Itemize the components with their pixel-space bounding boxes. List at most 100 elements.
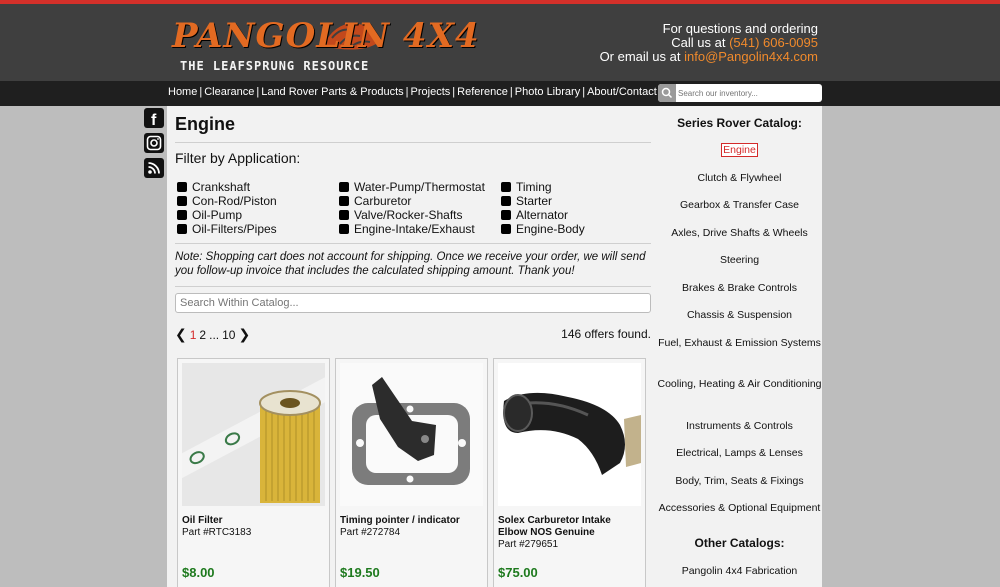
checkbox[interactable] xyxy=(177,196,187,206)
checkbox[interactable] xyxy=(177,224,187,234)
site-header: PANGOLIN 4X4 THE LEAFSPRUNG RESOURCE For… xyxy=(0,4,1000,81)
chevron-right-icon[interactable]: ❯ xyxy=(238,326,250,343)
svg-text:f: f xyxy=(151,112,157,128)
main-nav: Home | Clearance | Land Rover Parts & Produc… xyxy=(0,81,1000,106)
filter-engine-body[interactable]: Engine-Body xyxy=(501,222,585,236)
filter-column: Crankshaft Con-Rod/Piston Oil-Pump Oil-F… xyxy=(177,180,277,236)
checkbox[interactable] xyxy=(339,196,349,206)
product-name[interactable]: Oil Filter Part #RTC3183 xyxy=(182,515,327,539)
email-link[interactable]: info@Pangolin4x4.com xyxy=(684,49,818,64)
filter-column: Water-Pump/Thermostat Carburetor Valve/R… xyxy=(339,180,485,236)
call-label: Call us at xyxy=(671,35,726,50)
filter-valve-rocker-shafts[interactable]: Valve/Rocker-Shafts xyxy=(339,208,485,222)
logo-tagline: THE LEAFSPRUNG RESOURCE xyxy=(180,59,370,73)
product-image[interactable] xyxy=(182,363,325,506)
product-image[interactable] xyxy=(340,363,483,506)
product-name[interactable]: Timing pointer / indicator Part #272784 xyxy=(340,515,485,539)
rss-icon[interactable] xyxy=(144,158,164,178)
catalog-item-engine[interactable]: Engine xyxy=(657,143,822,171)
catalog-search-input[interactable] xyxy=(175,293,651,313)
product-name[interactable]: Solex Carburetor Intake Elbow NOS Genuin… xyxy=(498,515,643,551)
product-card[interactable]: Oil Filter Part #RTC3183 $8.00 xyxy=(177,358,330,587)
phone-link[interactable]: (541) 606-0095 xyxy=(729,35,818,50)
filter-timing[interactable]: Timing xyxy=(501,180,585,194)
contact-info: For questions and ordering Call us at (5… xyxy=(600,22,818,64)
inventory-search xyxy=(658,84,822,102)
page-2[interactable]: 2 xyxy=(199,328,206,342)
checkbox[interactable] xyxy=(339,224,349,234)
catalog-item-brakes[interactable]: Brakes & Brake Controls xyxy=(657,281,822,309)
filter-water-pump-thermostat[interactable]: Water-Pump/Thermostat xyxy=(339,180,485,194)
part-number: Part #272784 xyxy=(340,527,401,538)
filter-column: Timing Starter Alternator Engine-Body xyxy=(501,180,585,236)
social-links: f xyxy=(144,108,164,183)
checkbox[interactable] xyxy=(177,210,187,220)
product-image[interactable] xyxy=(498,363,641,506)
catalog-item-gearbox[interactable]: Gearbox & Transfer Case xyxy=(657,198,822,226)
filter-carburetor[interactable]: Carburetor xyxy=(339,194,485,208)
page-last[interactable]: 10 xyxy=(222,328,235,342)
site-logo[interactable]: PANGOLIN 4X4 THE LEAFSPRUNG RESOURCE xyxy=(168,10,479,80)
email-label: Or email us at xyxy=(599,49,681,64)
offers-count: 146 offers found. xyxy=(561,327,651,341)
page-title: Engine xyxy=(175,114,236,134)
nav-home[interactable]: Home xyxy=(168,86,197,98)
catalog-item-body-trim[interactable]: Body, Trim, Seats & Fixings xyxy=(657,474,822,502)
nav-projects[interactable]: Projects xyxy=(411,86,451,98)
catalog-item-fabrication[interactable]: Pangolin 4x4 Fabrication xyxy=(657,564,822,578)
product-price: $19.50 xyxy=(340,565,380,580)
nav-land-rover-parts[interactable]: Land Rover Parts & Products xyxy=(261,86,403,98)
catalog-item-axles[interactable]: Axles, Drive Shafts & Wheels xyxy=(657,226,822,254)
nav-reference[interactable]: Reference xyxy=(457,86,508,98)
page-current[interactable]: 1 xyxy=(190,328,197,342)
catalog-item-accessories[interactable]: Accessories & Optional Equipment xyxy=(657,501,822,536)
part-number: Part #RTC3183 xyxy=(182,527,252,538)
catalog-item-instruments[interactable]: Instruments & Controls xyxy=(657,419,822,447)
product-card[interactable]: Solex Carburetor Intake Elbow NOS Genuin… xyxy=(493,358,646,587)
instagram-icon[interactable] xyxy=(144,133,164,153)
nav-photo-library[interactable]: Photo Library xyxy=(515,86,580,98)
filter-alternator[interactable]: Alternator xyxy=(501,208,585,222)
filter-crankshaft[interactable]: Crankshaft xyxy=(177,180,277,194)
product-price: $8.00 xyxy=(182,565,215,580)
search-icon xyxy=(661,87,673,99)
checkbox[interactable] xyxy=(177,182,187,192)
nav-links: Home | Clearance | Land Rover Parts & Produc… xyxy=(168,86,657,98)
checkbox[interactable] xyxy=(339,182,349,192)
chevron-left-icon[interactable]: ❮ xyxy=(175,326,187,343)
part-number: Part #279651 xyxy=(498,539,559,550)
checkbox[interactable] xyxy=(339,210,349,220)
contact-line: For questions and ordering xyxy=(662,21,818,36)
checkbox[interactable] xyxy=(501,210,511,220)
shipping-note: Note: Shopping cart does not account for… xyxy=(175,251,646,277)
contact-phone-line: Call us at (541) 606-0095 xyxy=(600,36,818,50)
catalog-item-fuel-exhaust[interactable]: Fuel, Exhaust & Emission Systems xyxy=(657,336,822,378)
inventory-search-input[interactable] xyxy=(678,84,820,102)
nav-clearance[interactable]: Clearance xyxy=(204,86,254,98)
catalog-item-clutch[interactable]: Clutch & Flywheel xyxy=(657,171,822,199)
main-content: Engine Filter by Application: Crankshaft… xyxy=(167,106,657,587)
catalog-list: Engine Clutch & Flywheel Gearbox & Trans… xyxy=(657,143,822,578)
logo-wordmark: PANGOLIN 4X4 xyxy=(172,16,480,56)
product-price: $75.00 xyxy=(498,565,538,580)
catalog-item-steering[interactable]: Steering xyxy=(657,253,822,281)
product-card[interactable]: Timing pointer / indicator Part #272784 … xyxy=(335,358,488,587)
divider xyxy=(175,286,651,287)
checkbox[interactable] xyxy=(501,196,511,206)
pagination: ❮ 1 2 ... 10 ❯ xyxy=(175,326,250,343)
filter-oil-filters-pipes[interactable]: Oil-Filters/Pipes xyxy=(177,222,277,236)
checkbox[interactable] xyxy=(501,182,511,192)
filter-title: Filter by Application: xyxy=(175,150,301,166)
catalog-item-chassis[interactable]: Chassis & Suspension xyxy=(657,308,822,336)
filter-starter[interactable]: Starter xyxy=(501,194,585,208)
filter-con-rod-piston[interactable]: Con-Rod/Piston xyxy=(177,194,277,208)
catalog-item-electrical[interactable]: Electrical, Lamps & Lenses xyxy=(657,446,822,474)
catalog-item-cooling[interactable]: Cooling, Heating & Air Conditioning xyxy=(657,377,822,419)
checkbox[interactable] xyxy=(501,224,511,234)
facebook-icon[interactable]: f xyxy=(144,108,164,129)
filter-engine-intake-exhaust[interactable]: Engine-Intake/Exhaust xyxy=(339,222,485,236)
filter-oil-pump[interactable]: Oil-Pump xyxy=(177,208,277,222)
other-catalogs-title: Other Catalogs: xyxy=(694,536,785,550)
search-button[interactable] xyxy=(658,84,676,102)
nav-about-contact[interactable]: About/Contact xyxy=(587,86,657,98)
